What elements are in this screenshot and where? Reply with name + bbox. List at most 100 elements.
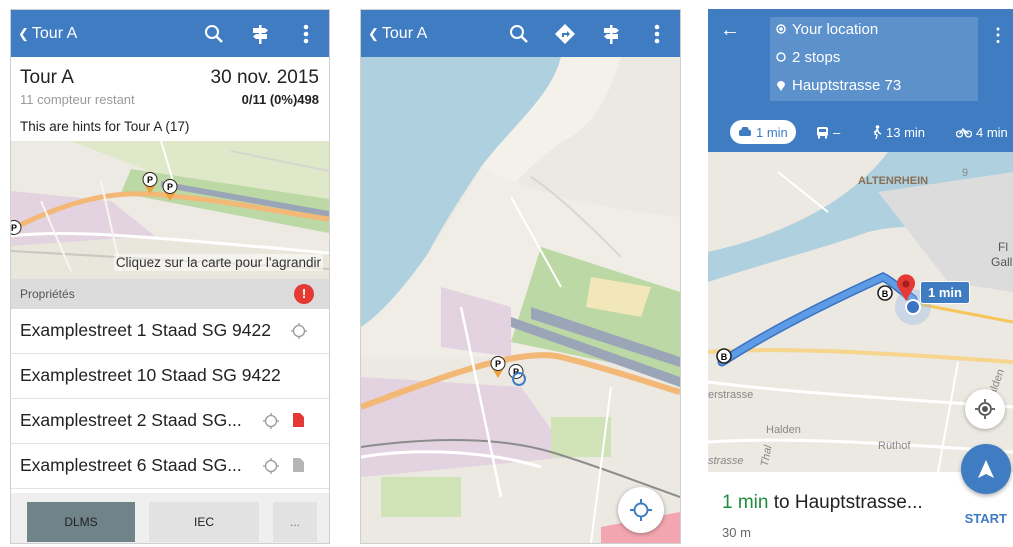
mode-bike[interactable]: 4 min bbox=[956, 120, 1008, 144]
route-box[interactable]: Your location 2 stops Hauptstrasse 73 bbox=[770, 17, 978, 101]
target-icon bbox=[263, 413, 279, 429]
my-location-button[interactable] bbox=[618, 487, 664, 533]
map-label-road: 9 bbox=[962, 167, 969, 179]
transit-icon bbox=[817, 126, 828, 138]
svg-text:P: P bbox=[495, 359, 501, 369]
map-label-town: ALTENRHEIN bbox=[858, 175, 929, 187]
navigate-button[interactable] bbox=[961, 444, 1011, 494]
directions-screen: ← Your location 2 stops Hauptstrasse 73 … bbox=[708, 9, 1013, 542]
chevron-left-icon: ❮ bbox=[18, 25, 29, 41]
target-icon bbox=[291, 323, 307, 339]
address-text: Examplestreet 2 Staad SG... bbox=[20, 410, 242, 430]
document-grey-icon bbox=[293, 458, 304, 472]
tour-hints: This are hints for Tour A (17) bbox=[20, 119, 190, 134]
more-menu-button[interactable] bbox=[283, 10, 329, 57]
back-button[interactable]: ❮ Tour A bbox=[361, 25, 427, 43]
app-bar-title: Tour A bbox=[31, 24, 78, 42]
marker-p-icon: P bbox=[162, 179, 178, 201]
tour-title: Tour A bbox=[20, 67, 74, 88]
stops-row[interactable]: 2 stops bbox=[770, 47, 840, 67]
svg-text:P: P bbox=[167, 182, 173, 192]
mode-walk[interactable]: 13 min bbox=[872, 120, 925, 144]
svg-text:B: B bbox=[882, 289, 889, 299]
mode-transit[interactable]: – bbox=[816, 120, 840, 144]
map-label-place-2: Gall bbox=[991, 255, 1013, 269]
search-icon bbox=[510, 24, 528, 43]
route-map[interactable]: B B ALTENRHEIN 9 Fl Gall erstrasse Halde… bbox=[708, 152, 1013, 472]
list-item[interactable]: Examplestreet 10 Staad SG 9422 bbox=[11, 354, 329, 399]
more-vert-icon bbox=[654, 24, 660, 43]
crosshair-icon bbox=[975, 399, 995, 419]
iec-button[interactable]: IEC bbox=[149, 502, 259, 542]
start-button[interactable]: START bbox=[965, 511, 1007, 526]
map-label-area: Halden bbox=[766, 424, 801, 436]
map-label-area: Rüthof bbox=[878, 440, 911, 452]
search-button[interactable] bbox=[496, 10, 542, 57]
origin-text: Your location bbox=[792, 20, 879, 38]
more-menu-button[interactable] bbox=[634, 10, 680, 57]
back-arrow-icon[interactable]: ← bbox=[720, 19, 740, 42]
signpost-button[interactable] bbox=[237, 10, 283, 57]
map-thumbnail[interactable]: P P P Cliquez sur la carte pour l'agrand… bbox=[11, 141, 329, 279]
progress-text: 0/11 (0%)498 bbox=[241, 92, 319, 107]
properties-label: Propriétés bbox=[20, 287, 75, 301]
svg-text:B: B bbox=[721, 352, 728, 362]
properties-header: Propriétés ! bbox=[11, 279, 329, 309]
mode-car[interactable]: 1 min bbox=[730, 120, 796, 144]
document-red-icon bbox=[293, 413, 304, 427]
navigation-arrow-icon bbox=[978, 460, 994, 478]
route-summary: 1 min to Hauptstrasse... bbox=[722, 492, 923, 514]
summary-distance: 30 m bbox=[722, 525, 751, 540]
my-location-button[interactable] bbox=[965, 389, 1005, 429]
duration-callout: 1 min bbox=[920, 281, 970, 304]
directions-icon bbox=[555, 23, 575, 44]
tour-info: Tour A 30 nov. 2015 11 compteur restant … bbox=[11, 57, 329, 141]
map-screen: ❮ Tour A P P bbox=[360, 9, 681, 544]
svg-text:P: P bbox=[11, 223, 17, 233]
signpost-icon bbox=[253, 24, 268, 44]
location-target-icon bbox=[512, 372, 526, 386]
search-button[interactable] bbox=[191, 10, 237, 57]
alert-icon[interactable]: ! bbox=[294, 284, 314, 304]
map-view[interactable]: P P bbox=[361, 57, 680, 543]
tour-date: 30 nov. 2015 bbox=[210, 67, 319, 88]
more-vert-icon[interactable]: ⋮ bbox=[989, 25, 1007, 46]
map-drawing bbox=[361, 57, 680, 543]
search-icon bbox=[205, 24, 223, 43]
list-item[interactable]: Examplestreet 1 Staad SG 9422 bbox=[11, 309, 329, 354]
summary-destination: to Hauptstrasse... bbox=[768, 492, 923, 513]
destination-row[interactable]: Hauptstrasse 73 bbox=[770, 75, 901, 95]
list-item[interactable]: Examplestreet 6 Staad SG... bbox=[11, 444, 329, 489]
destination-pin-icon bbox=[777, 81, 785, 91]
map-label-street: erstrasse bbox=[708, 389, 754, 401]
action-bar: DLMS IEC ... bbox=[11, 493, 329, 543]
chevron-left-icon: ❮ bbox=[368, 25, 379, 41]
transit-time: – bbox=[833, 124, 841, 140]
destination-text: Hauptstrasse 73 bbox=[792, 76, 902, 94]
address-text: Examplestreet 10 Staad SG 9422 bbox=[20, 365, 281, 385]
route-map-drawing: B B bbox=[708, 152, 1013, 472]
tour-list-screen: ❮ Tour A Tour A 30 nov. 2015 11 compteur… bbox=[10, 9, 330, 544]
list-item[interactable]: Examplestreet 2 Staad SG... bbox=[11, 399, 329, 444]
directions-button[interactable] bbox=[542, 10, 588, 57]
car-icon bbox=[739, 127, 751, 136]
back-button[interactable]: ❮ Tour A bbox=[11, 25, 77, 43]
map-expand-hint: Cliquez sur la carte pour l'agrandir bbox=[113, 254, 323, 271]
marker-p-icon: P bbox=[11, 220, 22, 235]
target-icon bbox=[263, 458, 279, 474]
bike-icon bbox=[956, 128, 972, 138]
more-button[interactable]: ... bbox=[273, 502, 317, 542]
address-text: Examplestreet 6 Staad SG... bbox=[20, 455, 242, 475]
origin-row[interactable]: Your location bbox=[770, 19, 878, 39]
more-vert-icon bbox=[303, 24, 309, 43]
signpost-icon bbox=[604, 24, 619, 44]
remaining-count: 11 compteur restant bbox=[20, 92, 135, 107]
walk-icon bbox=[873, 125, 882, 139]
signpost-button[interactable] bbox=[588, 10, 634, 57]
marker-p-icon: P bbox=[490, 356, 506, 378]
car-time: 1 min bbox=[756, 124, 788, 140]
stops-text: 2 stops bbox=[792, 48, 841, 66]
origin-dot-icon bbox=[776, 24, 786, 34]
stop-circle-icon bbox=[776, 52, 786, 62]
dlms-button[interactable]: DLMS bbox=[27, 502, 135, 542]
